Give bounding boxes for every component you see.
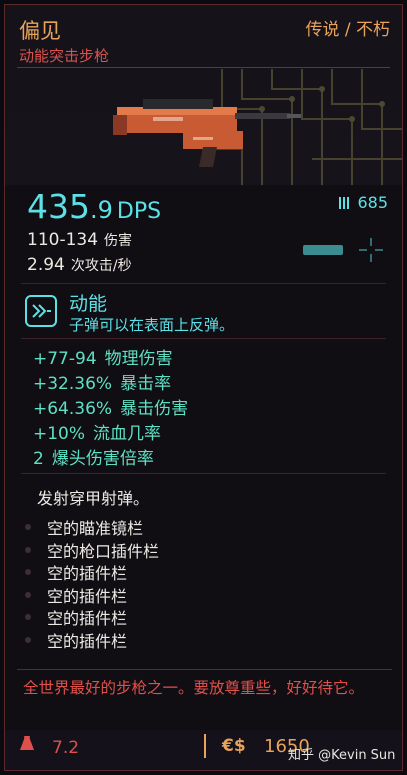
bonus-value: +77-94 xyxy=(33,349,97,369)
tech-divider xyxy=(21,338,386,339)
range-bar xyxy=(303,245,343,255)
bonus-name: 暴击率 xyxy=(120,374,172,394)
armor-piercing-text: 发射穿甲射弹。 xyxy=(37,489,150,508)
mod-slot[interactable]: 空的插件栏 xyxy=(25,561,159,584)
dps-unit: DPS xyxy=(116,199,162,224)
bonus-value: +32.36% xyxy=(33,374,113,394)
slot-dot-icon xyxy=(25,591,31,598)
item-tooltip-card: 偏见 动能突击步枪 传说 / 不朽 435.9 DPS 685 110-134 伤害… xyxy=(4,4,403,771)
damage-value: 110-134 xyxy=(27,230,99,250)
tech-description: 子弹可以在表面上反弹。 xyxy=(69,316,235,334)
dps-fraction: .9 xyxy=(90,196,113,224)
tech-title: 动能 xyxy=(69,293,108,315)
stats-divider xyxy=(21,283,386,284)
weapon-type: 动能突击步枪 xyxy=(19,47,110,65)
bonus-value: +64.36% xyxy=(33,399,113,419)
watermark-text: 知乎 @Kevin Sun xyxy=(288,748,396,763)
weight-value: 7.2 xyxy=(52,738,80,758)
rarity-label: 传说 / 不朽 xyxy=(305,20,390,40)
attack-rate-label: 次攻击/秒 xyxy=(70,258,132,274)
bonus-name: 流血几率 xyxy=(93,424,162,444)
bonus-name: 暴击伤害 xyxy=(120,399,189,419)
slot-dot-icon xyxy=(25,569,31,576)
attack-rate-stat: 2.94 次攻击/秒 xyxy=(27,255,132,275)
slot-dot-icon xyxy=(25,546,31,553)
mod-slot[interactable]: 空的枪口插件栏 xyxy=(25,539,159,562)
slot-dot-icon xyxy=(25,636,31,643)
bonus-row: +64.36% 暴击伤害 xyxy=(33,394,188,419)
bonus-name: 物理伤害 xyxy=(104,349,173,369)
dps-integer: 435 xyxy=(27,187,90,226)
damage-label: 伤害 xyxy=(104,233,133,249)
header-divider xyxy=(17,67,390,68)
bonus-row: 2 爆头伤害倍率 xyxy=(33,444,188,469)
bonus-value: 2 xyxy=(33,449,44,469)
mod-slot-list: 空的瞄准镜栏 空的枪口插件栏 空的插件栏 空的插件栏 空的插件栏 空的插件栏 xyxy=(25,516,159,651)
ammo-icon xyxy=(339,197,352,209)
mod-slot[interactable]: 空的插件栏 xyxy=(25,606,159,629)
ammo-value: 685 xyxy=(357,193,388,212)
slot-label: 空的瞄准镜栏 xyxy=(47,519,144,539)
ammo-count: 685 xyxy=(339,193,388,212)
bonus-row: +77-94 物理伤害 xyxy=(33,344,188,369)
slot-label: 空的插件栏 xyxy=(47,609,128,629)
footer-divider xyxy=(204,734,206,758)
weapon-name: 偏见 xyxy=(19,19,61,43)
item-header: 偏见 动能突击步枪 传说 / 不朽 435.9 DPS 685 xyxy=(5,5,402,226)
flavor-text: 全世界最好的步枪之一。要放尊重些，好好待它。 xyxy=(23,679,365,697)
bonus-row: +32.36% 暴击率 xyxy=(33,369,188,394)
slot-label: 空的插件栏 xyxy=(47,631,128,651)
bonus-name: 爆头伤害倍率 xyxy=(51,449,154,469)
reticle-icon xyxy=(359,238,383,262)
slot-dot-icon xyxy=(25,524,31,531)
bonus-row: +10% 流血几率 xyxy=(33,419,188,444)
mod-slot[interactable]: 空的瞄准镜栏 xyxy=(25,516,159,539)
attack-rate-value: 2.94 xyxy=(27,255,65,275)
bonus-divider xyxy=(21,473,386,474)
slot-dot-icon xyxy=(25,614,31,621)
slot-label: 空的插件栏 xyxy=(47,586,128,606)
tech-icon xyxy=(25,295,57,327)
dps-readout: 435.9 DPS xyxy=(27,187,161,226)
bonus-value: +10% xyxy=(33,424,86,444)
eddies-icon: €$ xyxy=(222,736,246,756)
slot-label: 空的插件栏 xyxy=(47,564,128,584)
damage-stat: 110-134 伤害 xyxy=(27,230,132,250)
slot-label: 空的枪口插件栏 xyxy=(47,541,160,561)
mod-slot[interactable]: 空的插件栏 xyxy=(25,629,159,652)
weapon-image xyxy=(113,99,301,167)
mod-slot[interactable]: 空的插件栏 xyxy=(25,584,159,607)
bonus-list: +77-94 物理伤害 +32.36% 暴击率 +64.36% 暴击伤害 +10% 流血… xyxy=(33,344,188,469)
